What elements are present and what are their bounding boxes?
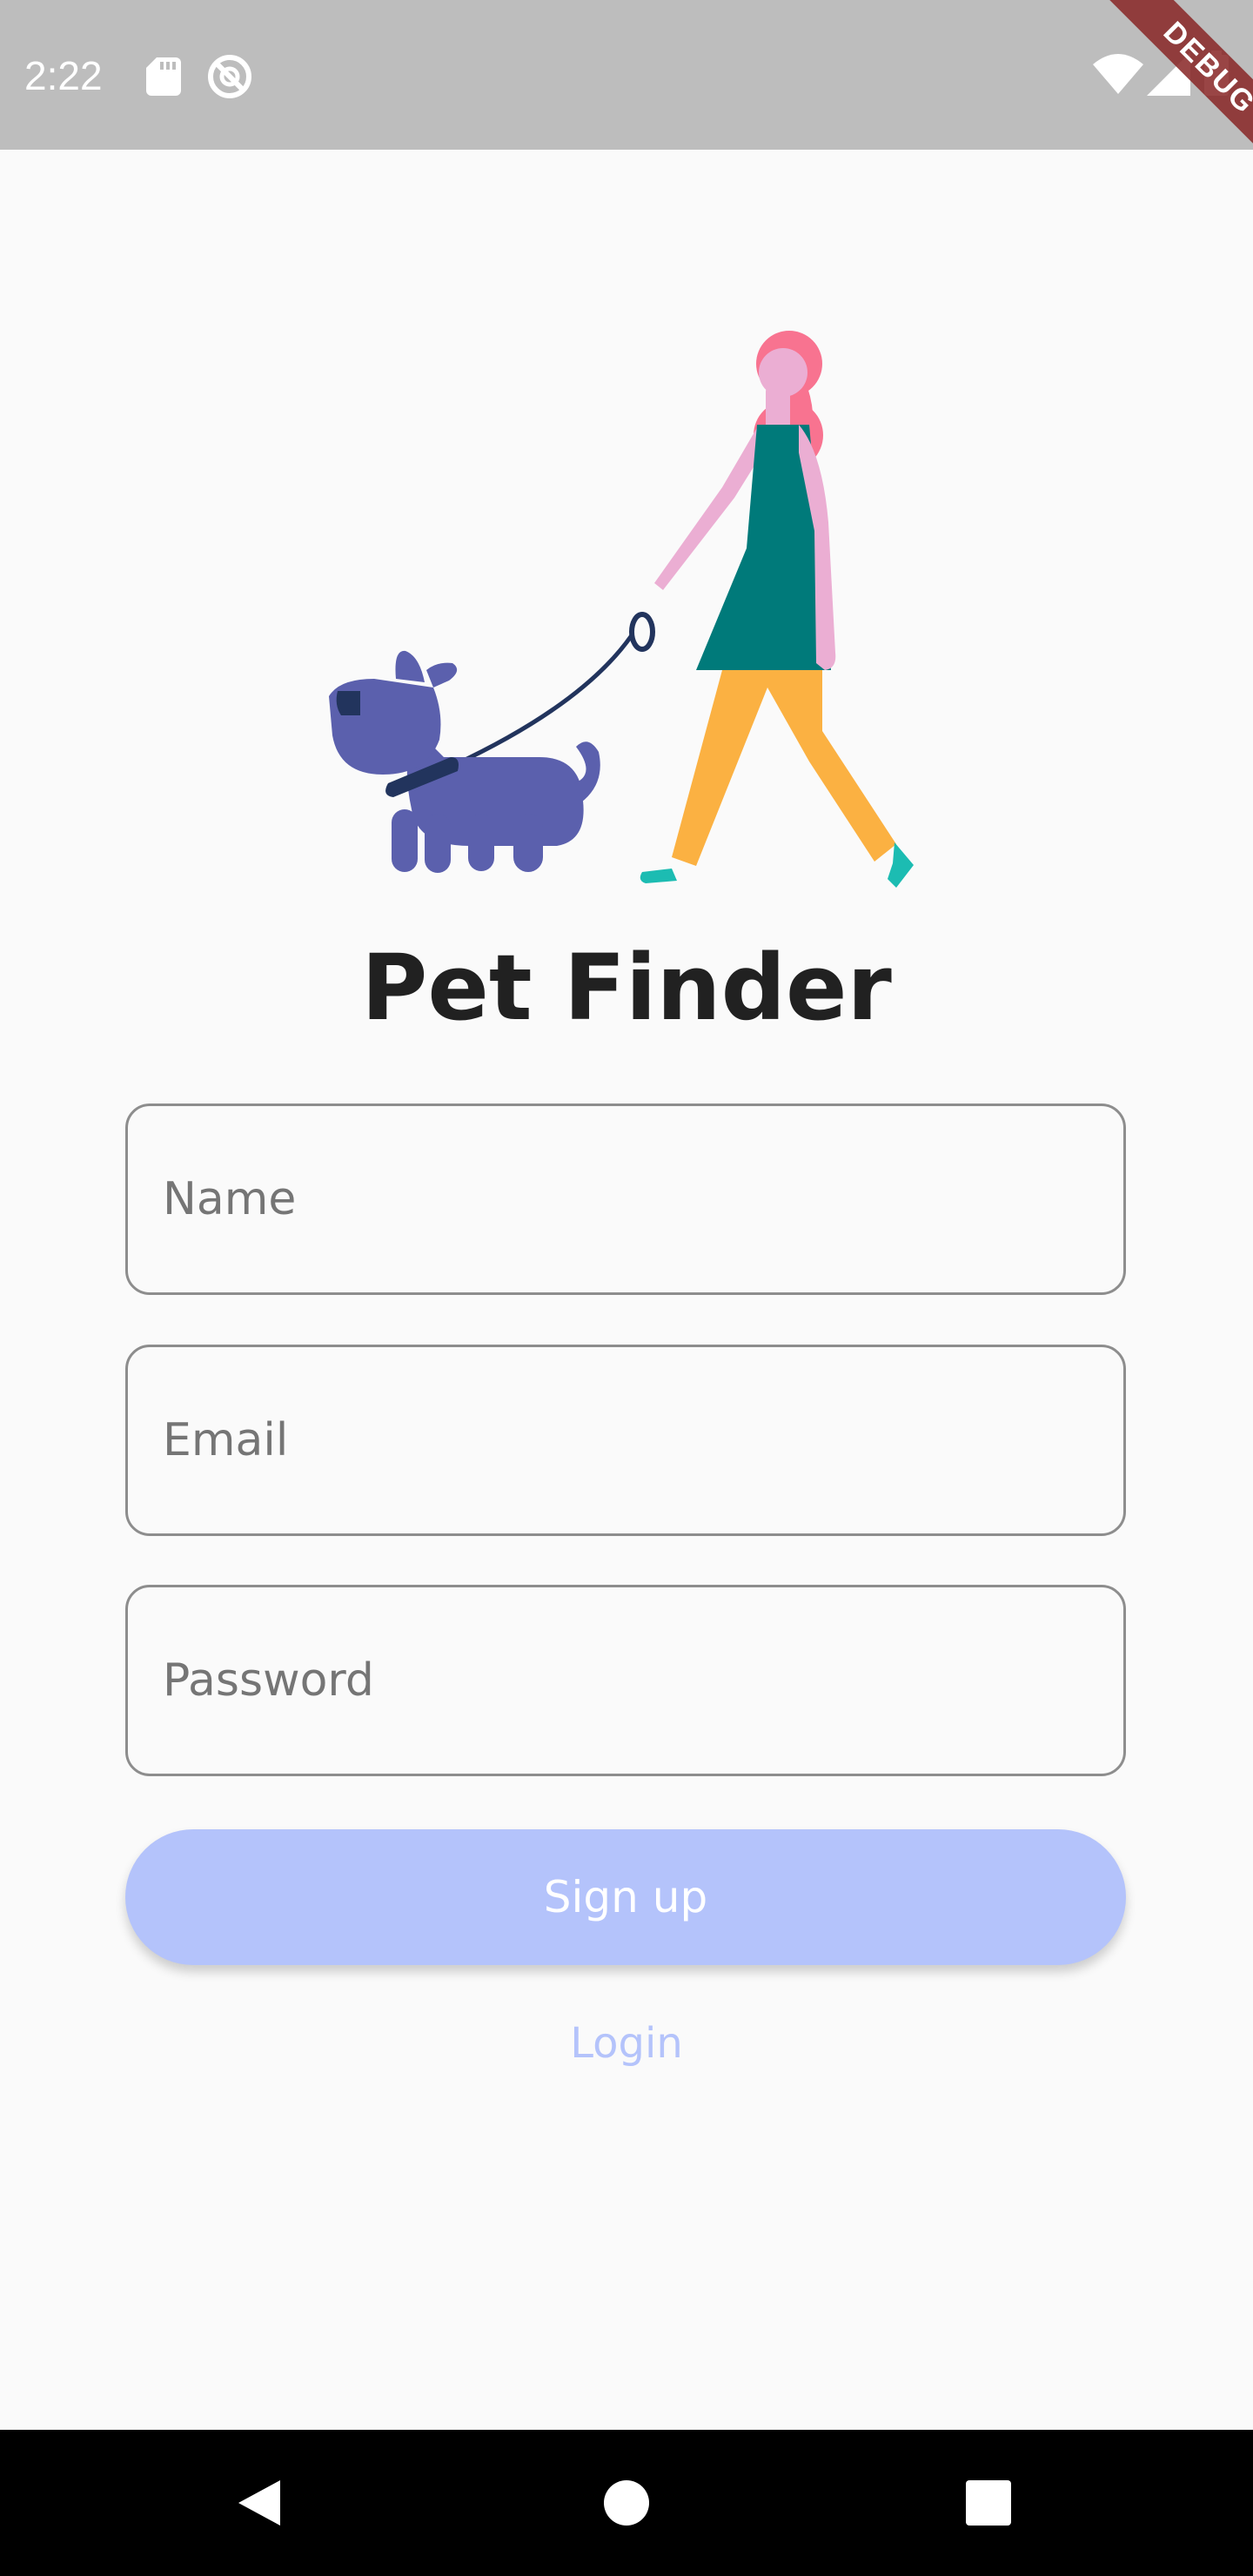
signup-button[interactable]: Sign up: [125, 1829, 1126, 1965]
app-title: Pet Finder: [361, 935, 892, 1041]
status-bar: 2:22: [0, 0, 1253, 150]
status-time: 2:22: [24, 53, 103, 98]
battery-icon: [1204, 50, 1229, 96]
signal-icon: [1147, 52, 1190, 96]
sd-card-icon: [146, 57, 181, 96]
woman-walking-dog-illustration: [329, 331, 914, 888]
name-input[interactable]: [125, 1104, 1126, 1295]
wifi-icon: [1093, 54, 1143, 94]
recents-icon[interactable]: [961, 2475, 1016, 2531]
navigation-bar: [0, 2430, 1253, 2576]
login-link[interactable]: Login: [0, 2016, 1253, 2071]
sync-icon: [208, 55, 251, 98]
home-icon[interactable]: [599, 2475, 654, 2531]
back-icon[interactable]: [235, 2475, 291, 2531]
email-input[interactable]: [125, 1345, 1126, 1536]
password-input[interactable]: [125, 1585, 1126, 1776]
